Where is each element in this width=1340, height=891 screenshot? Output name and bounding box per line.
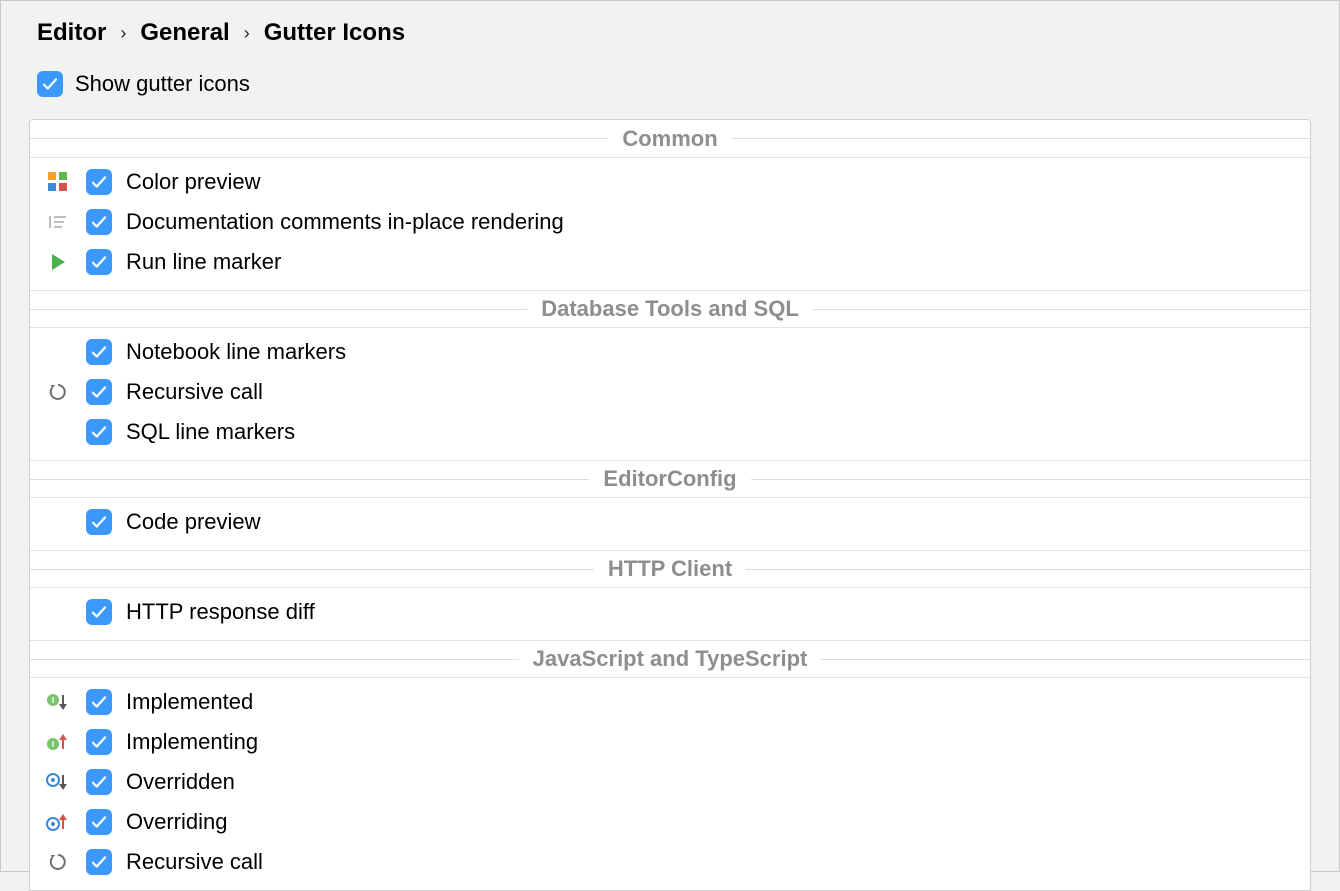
item-label: Code preview (126, 509, 261, 535)
list-item: Code preview (30, 502, 1310, 542)
group-header: HTTP Client (30, 550, 1310, 588)
implementing-icon: I (44, 728, 72, 756)
chevron-right-icon: › (120, 23, 126, 44)
overridden-icon (44, 768, 72, 796)
group-header: EditorConfig (30, 460, 1310, 498)
chevron-right-icon: › (244, 23, 250, 44)
group-body: HTTP response diff (30, 588, 1310, 640)
item-checkbox[interactable] (86, 769, 112, 795)
item-label: Notebook line markers (126, 339, 346, 365)
list-item: Documentation comments in-place renderin… (30, 202, 1310, 242)
list-item: Recursive call (30, 842, 1310, 882)
icon-slot-empty (44, 508, 72, 536)
show-gutter-icons-label: Show gutter icons (75, 71, 250, 97)
item-label: Overridden (126, 769, 235, 795)
breadcrumb-item[interactable]: Editor (37, 19, 106, 47)
item-checkbox[interactable] (86, 209, 112, 235)
group-title: Database Tools and SQL (527, 296, 813, 322)
item-label: Recursive call (126, 379, 263, 405)
item-checkbox[interactable] (86, 809, 112, 835)
show-gutter-icons-checkbox[interactable] (37, 71, 63, 97)
group-header: Common (30, 120, 1310, 158)
item-label: Documentation comments in-place renderin… (126, 209, 564, 235)
item-checkbox[interactable] (86, 379, 112, 405)
group-title: HTTP Client (594, 556, 746, 582)
item-label: HTTP response diff (126, 599, 315, 625)
play-icon (44, 248, 72, 276)
item-label: SQL line markers (126, 419, 295, 445)
group-body: Code preview (30, 498, 1310, 550)
group-title: Common (608, 126, 731, 152)
item-checkbox[interactable] (86, 689, 112, 715)
color-swatch-icon (44, 168, 72, 196)
list-item: HTTP response diff (30, 592, 1310, 632)
list-item: Overriding (30, 802, 1310, 842)
overriding-icon (44, 808, 72, 836)
svg-text:I: I (52, 740, 54, 749)
item-checkbox[interactable] (86, 339, 112, 365)
group-title: EditorConfig (589, 466, 750, 492)
doc-lines-icon (44, 208, 72, 236)
show-gutter-icons-row: Show gutter icons (1, 57, 1339, 119)
item-label: Recursive call (126, 849, 263, 875)
icon-slot-empty (44, 338, 72, 366)
list-item: I Implementing (30, 722, 1310, 762)
item-checkbox[interactable] (86, 509, 112, 535)
item-checkbox[interactable] (86, 849, 112, 875)
breadcrumb-item[interactable]: General (140, 19, 229, 47)
item-checkbox[interactable] (86, 729, 112, 755)
list-item: SQL line markers (30, 412, 1310, 452)
svg-text:I: I (52, 696, 54, 705)
recursive-icon (44, 378, 72, 406)
list-item: Run line marker (30, 242, 1310, 282)
list-item: I Implemented (30, 682, 1310, 722)
group-body: Notebook line markers Recursive call SQL l… (30, 328, 1310, 460)
group-header: JavaScript and TypeScript (30, 640, 1310, 678)
list-item: Notebook line markers (30, 332, 1310, 372)
item-label: Color preview (126, 169, 261, 195)
icon-slot-empty (44, 598, 72, 626)
breadcrumb-item[interactable]: Gutter Icons (264, 19, 405, 47)
item-label: Run line marker (126, 249, 281, 275)
item-checkbox[interactable] (86, 419, 112, 445)
item-checkbox[interactable] (86, 169, 112, 195)
breadcrumb: Editor › General › Gutter Icons (1, 1, 1339, 57)
item-checkbox[interactable] (86, 599, 112, 625)
group-title: JavaScript and TypeScript (519, 646, 822, 672)
gutter-icons-list: Common Color preview Documentation comment… (29, 119, 1311, 891)
list-item: Color preview (30, 162, 1310, 202)
group-body: Color preview Documentation comments in-p… (30, 158, 1310, 290)
list-item: Overridden (30, 762, 1310, 802)
settings-panel: Editor › General › Gutter Icons Show gut… (0, 0, 1340, 872)
group-header: Database Tools and SQL (30, 290, 1310, 328)
list-item: Recursive call (30, 372, 1310, 412)
group-body: I Implemented I Implementing Overridden Overr… (30, 678, 1310, 890)
item-checkbox[interactable] (86, 249, 112, 275)
icon-slot-empty (44, 418, 72, 446)
item-label: Implementing (126, 729, 258, 755)
implemented-icon: I (44, 688, 72, 716)
item-label: Implemented (126, 689, 253, 715)
item-label: Overriding (126, 809, 227, 835)
